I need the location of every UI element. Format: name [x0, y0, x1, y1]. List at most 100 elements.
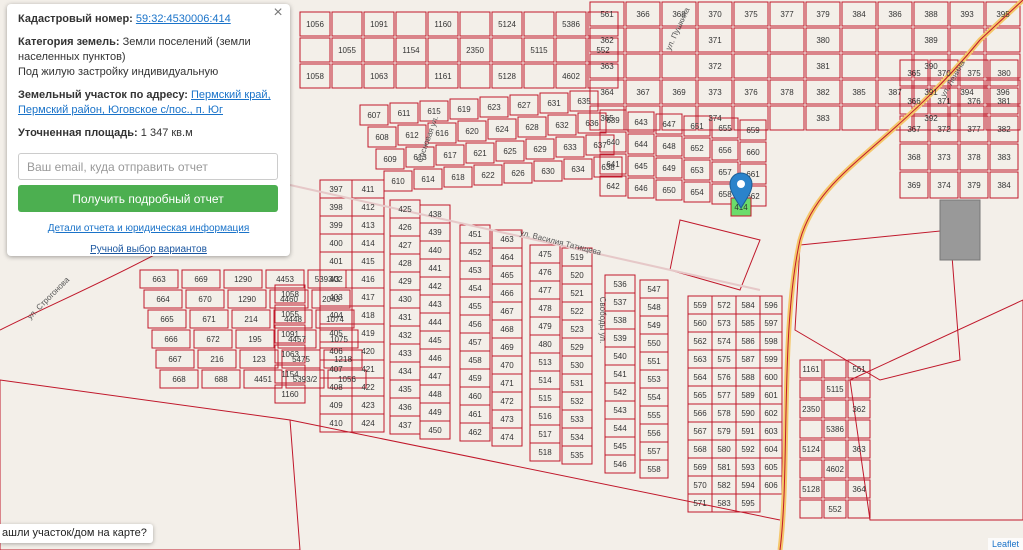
parcel-label: 376: [744, 88, 758, 97]
parcel-label: 542: [613, 388, 627, 397]
parcel-label: 520: [570, 271, 584, 280]
parcel-label: 472: [500, 397, 514, 406]
parcel-label: 425: [398, 205, 412, 214]
parcel-label: 607: [367, 111, 381, 120]
parcel-label: 649: [662, 164, 676, 173]
parcel-label: 1091: [370, 20, 388, 29]
parcel-label: 666: [164, 335, 178, 344]
parcel-label: 624: [495, 125, 509, 134]
parcel-label: 378: [967, 153, 981, 162]
parcel-label: 396: [996, 88, 1010, 97]
parcel-label: 5386: [562, 20, 580, 29]
parcel-label: 195: [248, 335, 262, 344]
parcel-label: 629: [533, 145, 547, 154]
parcel-label: 463: [500, 235, 514, 244]
close-icon[interactable]: ×: [270, 5, 286, 21]
parcel-label: 621: [473, 149, 487, 158]
parcel-label: 643: [634, 118, 648, 127]
parcel-label: 461: [468, 410, 482, 419]
parcel-label: 688: [214, 375, 228, 384]
get-report-button[interactable]: Получить подробный отчет: [18, 185, 278, 212]
parcel-label: 547: [647, 285, 661, 294]
parcel-label: 581: [717, 463, 731, 472]
manual-selection-link[interactable]: Ручной выбор вариантов: [90, 244, 207, 255]
parcel-label: 600: [764, 373, 778, 382]
parcel-label: 420: [361, 347, 375, 356]
parcel-label: 364: [600, 88, 614, 97]
parcel-label: 369: [672, 88, 686, 97]
parcel-label: 2043: [322, 295, 340, 304]
area-row: Уточненная площадь: 1 347 кв.м: [18, 126, 279, 141]
parcel-label: 569: [693, 463, 707, 472]
parcel-label: 610: [391, 177, 405, 186]
parcel-label: 1290: [234, 275, 252, 284]
parcel-label: 580: [717, 445, 731, 454]
parcel-label: 379: [967, 181, 981, 190]
parcel-label: 448: [428, 390, 442, 399]
parcel-label: 622: [481, 171, 495, 180]
parcel-label: 568: [693, 445, 707, 454]
street-label: Свободы ул.: [598, 297, 607, 344]
parcel-label: 603: [764, 427, 778, 436]
parcel-label: 395: [996, 10, 1010, 19]
parcel-label: 1063: [370, 72, 388, 81]
parcel-label: 428: [398, 259, 412, 268]
parcel-label: 475: [538, 250, 552, 259]
parcel-label: 655: [718, 124, 732, 133]
parcel-label: 516: [538, 412, 552, 421]
parcel-label: 422: [361, 383, 375, 392]
parcel-label: 408: [329, 383, 343, 392]
parcel-label: 561: [852, 365, 866, 374]
parcel-label: 411: [362, 185, 375, 194]
parcel-label: 379: [816, 10, 830, 19]
parcel-label: 380: [997, 69, 1011, 78]
parcel-label: 433: [398, 349, 412, 358]
parcel-label: 391: [924, 88, 938, 97]
parcel-label: 473: [500, 415, 514, 424]
parcel-label: 654: [690, 188, 704, 197]
parcel-label: 669: [194, 275, 208, 284]
selected-parcel-group: 414: [729, 172, 753, 217]
parcel-label: 4602: [826, 465, 844, 474]
parcel-label: 452: [468, 248, 482, 257]
leaflet-attribution[interactable]: Leaflet: [987, 538, 1023, 550]
parcel-label: 597: [764, 319, 778, 328]
parcel-label: 567: [693, 427, 707, 436]
area-label: Уточненная площадь:: [18, 127, 138, 139]
parcel-label: 368: [907, 153, 921, 162]
parcel-label: 366: [636, 10, 650, 19]
parcel-label: 389: [924, 36, 938, 45]
parcel-label: 630: [541, 167, 555, 176]
parcel-label: 5386: [826, 425, 844, 434]
found-on-map-hint[interactable]: ашли участок/дом на карте?: [0, 524, 153, 543]
parcel-label: 549: [647, 321, 661, 330]
email-input[interactable]: [18, 153, 278, 180]
details-row: Детали отчета и юридическая информация: [18, 221, 279, 236]
parcel-label: 656: [718, 146, 732, 155]
parcel-label: 398: [329, 203, 343, 212]
cadastral-number-link[interactable]: 59:32:4530006:414: [136, 13, 231, 25]
parcel-label: 436: [398, 403, 412, 412]
parcel-label: 574: [717, 337, 731, 346]
details-link[interactable]: Детали отчета и юридическая информация: [48, 223, 250, 234]
parcel-label: 367: [907, 125, 921, 134]
parcel-label: 450: [428, 426, 442, 435]
parcel-label: 530: [570, 361, 584, 370]
parcel-label: 423: [361, 401, 375, 410]
parcel-label: 538: [613, 316, 627, 325]
parcel-label: 1055: [338, 46, 356, 55]
parcel-label: 552: [828, 505, 842, 514]
parcel-label: 1161: [434, 72, 452, 81]
parcel-label: 447: [428, 372, 442, 381]
parcel-label: 626: [511, 169, 525, 178]
parcel-label: 521: [570, 289, 584, 298]
parcel-label: 584: [741, 301, 755, 310]
cadastral-number-label: Кадастровый номер:: [18, 13, 133, 25]
parcel-label: 594: [741, 481, 755, 490]
parcel-label: 440: [428, 246, 442, 255]
parcel-label: 382: [816, 88, 830, 97]
parcel-label: 550: [647, 339, 661, 348]
address-label: Земельный участок по адресу:: [18, 89, 188, 101]
parcel-label: 476: [538, 268, 552, 277]
parcel-label: 641: [606, 160, 620, 169]
